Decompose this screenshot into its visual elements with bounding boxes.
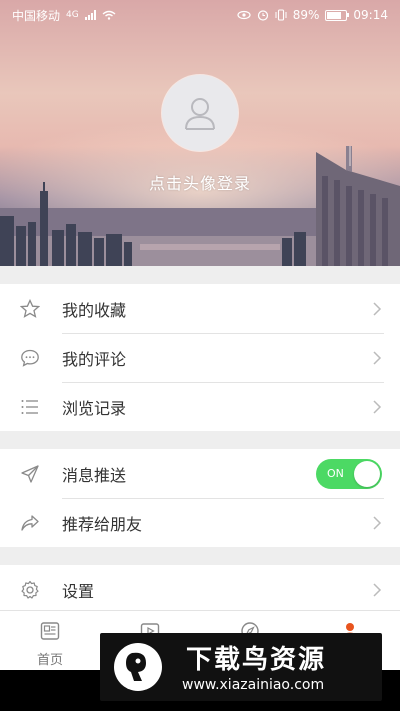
chevron-right-icon	[373, 301, 382, 316]
menu-item-label: 消息推送	[62, 465, 127, 485]
menu-item-push-notifications: 消息推送 ON	[0, 449, 400, 498]
eye-icon	[237, 10, 251, 20]
menu-item-favorites[interactable]: 我的收藏	[0, 284, 400, 333]
send-icon	[21, 464, 39, 483]
menu-item-recommend[interactable]: 推荐给朋友	[0, 498, 400, 547]
city-skyline-image	[0, 146, 400, 266]
chevron-right-icon	[373, 582, 382, 597]
menu-item-label: 我的评论	[62, 349, 127, 369]
menu-item-label: 推荐给朋友	[62, 514, 143, 534]
list-icon	[21, 399, 38, 414]
network-type-label: 4G	[66, 10, 79, 20]
battery-percent: 89%	[292, 8, 320, 22]
menu-item-label: 浏览记录	[62, 398, 127, 418]
watermark-url: www.xiazainiao.com	[182, 677, 325, 693]
chevron-right-icon	[373, 515, 382, 530]
news-icon	[40, 622, 60, 640]
profile-header: 中国移动 4G 89% 09:14 点击头像登录	[0, 0, 400, 266]
menu-group-social: 消息推送 ON 推荐给朋友	[0, 449, 400, 547]
chevron-right-icon	[373, 350, 382, 365]
tab-home[interactable]: 首页	[0, 611, 100, 671]
toggle-state-label: ON	[327, 466, 344, 480]
carrier-label: 中国移动	[12, 8, 61, 23]
tab-label: 首页	[36, 653, 63, 668]
menu-item-label: 设置	[62, 581, 95, 601]
menu-group-personal: 我的收藏 我的评论 浏览记录	[0, 284, 400, 431]
avatar-button[interactable]	[162, 75, 238, 151]
bird-logo-icon	[114, 643, 162, 691]
vibrate-icon	[275, 9, 287, 21]
login-prompt[interactable]: 点击头像登录	[0, 170, 400, 194]
comment-icon	[21, 349, 39, 367]
share-icon	[21, 514, 39, 531]
clock: 09:14	[353, 8, 388, 22]
status-bar: 中国移动 4G 89% 09:14	[0, 0, 400, 30]
menu-item-settings[interactable]: 设置	[0, 565, 400, 614]
chevron-right-icon	[373, 399, 382, 414]
battery-icon	[325, 9, 350, 21]
menu-group-settings: 设置	[0, 565, 400, 614]
menu-item-label: 我的收藏	[62, 300, 127, 320]
watermark-title: 下载鸟资源	[186, 645, 327, 675]
wifi-icon	[102, 10, 116, 20]
toggle-knob	[354, 460, 380, 487]
watermark-banner: 下载鸟资源 www.xiazainiao.com	[100, 633, 382, 701]
alarm-icon	[257, 10, 268, 21]
push-notifications-toggle[interactable]: ON	[316, 458, 382, 489]
gear-icon	[21, 580, 39, 599]
user-avatar-icon	[185, 98, 215, 130]
menu-item-history[interactable]: 浏览记录	[0, 382, 400, 431]
star-icon	[20, 298, 40, 318]
signal-icon	[84, 10, 96, 20]
menu-item-comments[interactable]: 我的评论	[0, 333, 400, 382]
